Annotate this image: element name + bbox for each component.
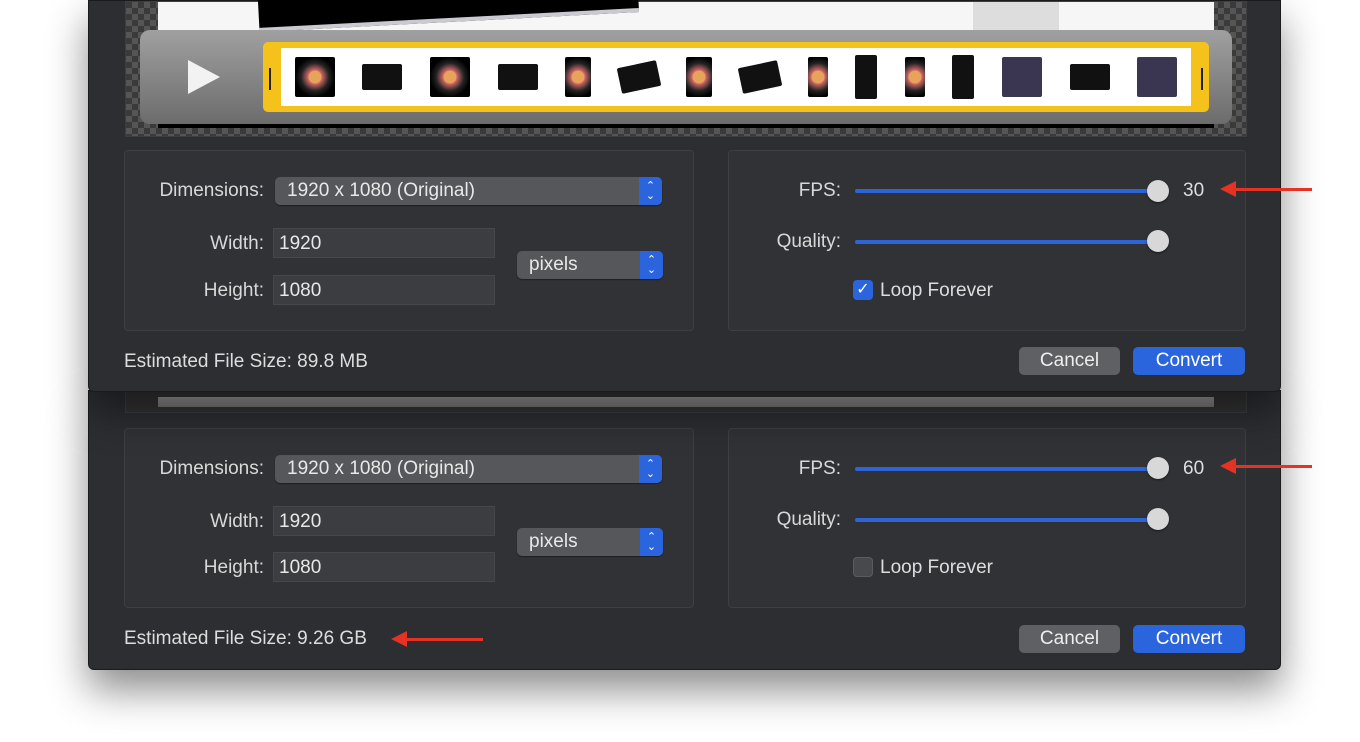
height-field[interactable]: 1080 — [273, 275, 495, 305]
play-icon[interactable] — [188, 60, 220, 94]
quality-slider-knob[interactable] — [1147, 230, 1169, 252]
frame-thumbnail — [294, 57, 335, 97]
frame-thumbnail — [807, 57, 828, 97]
annotation-arrow-fps-60 — [1220, 458, 1312, 474]
video-preview-peek — [125, 391, 1247, 413]
frame-thumbnail — [565, 57, 592, 97]
fps-slider[interactable] — [855, 189, 1159, 193]
frame-thumbnail — [1137, 57, 1178, 97]
quality-label: Quality: — [776, 509, 841, 530]
preview-bottom — [158, 397, 1214, 407]
frame-thumbnail — [497, 64, 538, 90]
cancel-button[interactable]: Cancel — [1019, 625, 1120, 653]
convert-button[interactable]: Convert — [1133, 347, 1245, 375]
trim-filmstrip[interactable] — [263, 42, 1209, 112]
cancel-button[interactable]: Cancel — [1019, 347, 1120, 375]
estimated-file-size: Estimated File Size: 89.8 MB — [124, 351, 368, 372]
fps-label: FPS: — [798, 180, 841, 201]
height-field[interactable]: 1080 — [273, 552, 495, 582]
quality-slider[interactable] — [855, 518, 1159, 522]
width-field[interactable]: 1920 — [273, 506, 495, 536]
loop-forever-label: Loop Forever — [880, 557, 994, 578]
frame-thumbnail — [904, 57, 925, 97]
dimensions-popup[interactable]: 1920 x 1080 (Original) ⌃ ⌄ — [275, 455, 662, 483]
preview-monitor-image — [256, 0, 640, 32]
annotation-arrow-fps-30 — [1220, 181, 1312, 197]
frame-thumbnail — [855, 55, 878, 99]
preview-stand-image — [973, 2, 1059, 32]
frame-thumbnail — [1001, 57, 1042, 97]
units-popup[interactable]: pixels ⌃ ⌄ — [517, 528, 663, 556]
filmstrip-frames — [281, 48, 1191, 106]
quality-slider-knob[interactable] — [1147, 508, 1169, 530]
loop-forever-label: Loop Forever — [880, 280, 994, 301]
trim-start-handle[interactable] — [269, 68, 271, 90]
dimensions-label: Dimensions: — [159, 180, 264, 201]
up-down-chevron-icon: ⌃ ⌄ — [640, 251, 663, 279]
estimated-file-size: Estimated File Size: 9.26 GB — [124, 628, 367, 649]
width-field[interactable]: 1920 — [273, 228, 495, 258]
units-value: pixels — [529, 254, 578, 275]
loop-forever-checkbox[interactable] — [853, 557, 873, 577]
units-value: pixels — [529, 531, 578, 552]
up-down-chevron-icon: ⌃ ⌄ — [639, 455, 662, 483]
annotation-arrow-file-size — [391, 631, 483, 647]
frame-thumbnail — [952, 55, 975, 99]
width-label: Width: — [210, 233, 264, 254]
fps-slider[interactable] — [855, 467, 1159, 471]
up-down-chevron-icon: ⌃ ⌄ — [639, 177, 662, 205]
dimensions-popup[interactable]: 1920 x 1080 (Original) ⌃ ⌄ — [275, 177, 662, 205]
fps-label: FPS: — [798, 458, 841, 479]
playback-controller — [140, 30, 1232, 124]
fps-slider-knob[interactable] — [1147, 180, 1169, 202]
frame-thumbnail — [429, 57, 470, 97]
frame-thumbnail — [616, 60, 662, 94]
up-down-chevron-icon: ⌃ ⌄ — [640, 528, 663, 556]
fps-slider-knob[interactable] — [1147, 457, 1169, 479]
dimensions-label: Dimensions: — [159, 458, 264, 479]
dimensions-value: 1920 x 1080 (Original) — [287, 458, 475, 479]
height-label: Height: — [203, 280, 264, 301]
frame-thumbnail — [686, 57, 713, 97]
quality-slider[interactable] — [855, 240, 1159, 244]
convert-dialog-30fps: Dimensions: 1920 x 1080 (Original) ⌃ ⌄ Wid… — [88, 0, 1281, 392]
dimensions-value: 1920 x 1080 (Original) — [287, 180, 475, 201]
width-label: Width: — [210, 511, 264, 532]
frame-thumbnail — [362, 64, 403, 90]
fps-value: 30 — [1183, 180, 1205, 201]
fps-value: 60 — [1183, 458, 1205, 479]
frame-thumbnail — [1069, 64, 1110, 90]
units-popup[interactable]: pixels ⌃ ⌄ — [517, 251, 663, 279]
loop-forever-checkbox[interactable]: ✓ — [853, 280, 873, 300]
frame-thumbnail — [737, 60, 783, 94]
video-preview — [125, 0, 1247, 137]
height-label: Height: — [203, 557, 264, 578]
quality-label: Quality: — [776, 231, 841, 252]
convert-dialog-60fps: Dimensions: 1920 x 1080 (Original) ⌃ ⌄ Wid… — [88, 390, 1281, 670]
trim-end-handle[interactable] — [1201, 68, 1203, 90]
convert-button[interactable]: Convert — [1133, 625, 1245, 653]
